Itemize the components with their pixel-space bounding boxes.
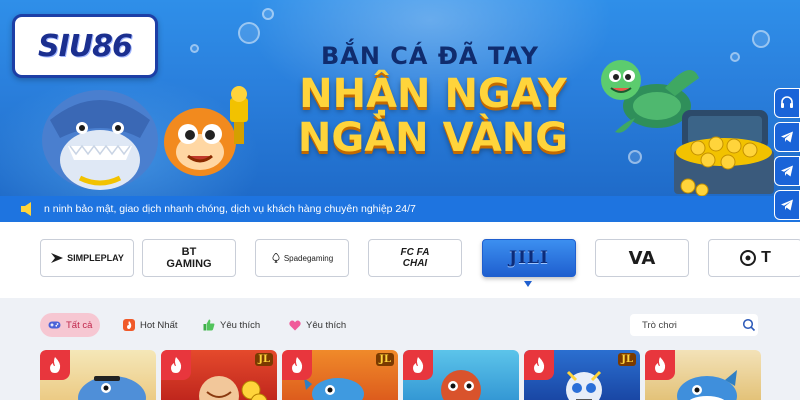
hot-badge (40, 350, 70, 380)
treasure-chest-illustration (674, 110, 774, 196)
flame-icon (292, 357, 303, 373)
provider-badge: JL (255, 353, 273, 366)
hot-badge (161, 350, 191, 380)
bubble (752, 30, 770, 48)
game-filter-bar: Tất cả Hot Nhất Yêu thích Yêu thích (0, 298, 800, 348)
heart-icon (288, 319, 301, 332)
selected-provider-caret (524, 281, 532, 287)
flame-icon (50, 357, 61, 373)
hot-badge (645, 350, 675, 380)
provider-carousel: SIMPLEPLAY BT GAMING Spadegaming FC FA C… (0, 222, 800, 298)
game-grid: JL JL JL (0, 348, 800, 400)
speaker-icon (21, 202, 31, 216)
hot-icon (122, 319, 135, 332)
game-card[interactable] (645, 350, 761, 400)
provider-simpleplay[interactable]: SIMPLEPLAY (40, 239, 134, 277)
hot-badge (403, 350, 433, 380)
flame-icon (534, 357, 545, 373)
spade-icon (272, 253, 280, 263)
filter-label: Yêu thích (220, 319, 261, 331)
banner-headline-line-1: NHẬN NGAY (299, 71, 567, 117)
telegram-button-1[interactable] (774, 122, 800, 152)
game-card[interactable]: JL (524, 350, 640, 400)
promo-banner[interactable]: SIU86 BẮN CÁ ĐÃ TAY NHẬN NGAY NGÀN VÀNG (0, 0, 800, 196)
provider-label: BT GAMING (166, 246, 212, 270)
provider-fa-chai[interactable]: FC FA CHAI (368, 239, 462, 277)
logo-text: SIU86 (38, 28, 133, 64)
provider-jili[interactable]: JILI (482, 239, 576, 277)
provider-va[interactable]: VA (595, 239, 689, 277)
banner-subheadline: BẮN CÁ ĐÃ TAY (320, 42, 540, 70)
shark-illustration (42, 90, 158, 190)
filter-all[interactable]: Tất cả (40, 313, 101, 337)
provider-label: FC FA CHAI (400, 247, 430, 269)
fish-character-illustration (164, 86, 248, 176)
flame-icon (413, 357, 424, 373)
game-search[interactable] (630, 314, 758, 336)
game-card[interactable]: JL (282, 350, 398, 400)
game-card[interactable] (40, 350, 156, 400)
provider-logo-icon (740, 250, 757, 266)
announcement-marquee: n ninh bảo mật, giao dịch nhanh chóng, d… (0, 196, 800, 222)
telegram-icon (781, 165, 793, 177)
flame-icon (171, 357, 182, 373)
filter-favorite[interactable]: Yêu thích (280, 313, 354, 337)
hot-badge (282, 350, 312, 380)
provider-spadegaming[interactable]: Spadegaming (255, 239, 349, 277)
provider-bt-gaming[interactable]: BT GAMING (142, 239, 236, 277)
gamepad-icon (48, 319, 61, 332)
telegram-button-2[interactable] (774, 156, 800, 186)
bubble (262, 8, 274, 20)
bubble (190, 44, 199, 53)
site-logo[interactable]: SIU86 (12, 14, 158, 78)
provider-label: VA (628, 247, 656, 269)
search-icon[interactable] (742, 318, 756, 332)
provider-partial[interactable]: T (708, 239, 800, 277)
hot-badge (524, 350, 554, 380)
headset-icon (781, 96, 793, 108)
banner-headline: NHẬN NGAY NGÀN VÀNG (268, 72, 598, 160)
telegram-icon (781, 131, 793, 143)
bubble (628, 150, 642, 164)
filter-label: Tất cả (66, 319, 93, 331)
play-icon (51, 253, 64, 263)
banner-headline-line-2: NGÀN VÀNG (297, 115, 569, 161)
telegram-button-3[interactable] (774, 190, 800, 220)
provider-label: Spadegaming (283, 253, 334, 263)
provider-badge: JL (618, 353, 636, 366)
bubble (730, 52, 740, 62)
provider-label: JILI (509, 248, 549, 268)
provider-badge: JL (376, 353, 394, 366)
game-search-input[interactable] (642, 319, 740, 331)
marquee-text: n ninh bảo mật, giao dịch nhanh chóng, d… (44, 203, 416, 215)
telegram-icon (781, 199, 793, 211)
provider-label: T (761, 249, 771, 266)
game-card[interactable]: JL (161, 350, 277, 400)
filter-hot[interactable]: Hot Nhất (114, 313, 186, 337)
thumbs-up-icon (202, 319, 215, 332)
filter-label: Hot Nhất (140, 319, 178, 331)
provider-label: SIMPLEPLAY (67, 253, 124, 263)
support-button[interactable] (774, 88, 800, 118)
filter-liked[interactable]: Yêu thích (194, 313, 268, 337)
game-card[interactable] (403, 350, 519, 400)
bubble (238, 22, 260, 44)
flame-icon (655, 357, 666, 373)
filter-label: Yêu thích (306, 319, 347, 331)
